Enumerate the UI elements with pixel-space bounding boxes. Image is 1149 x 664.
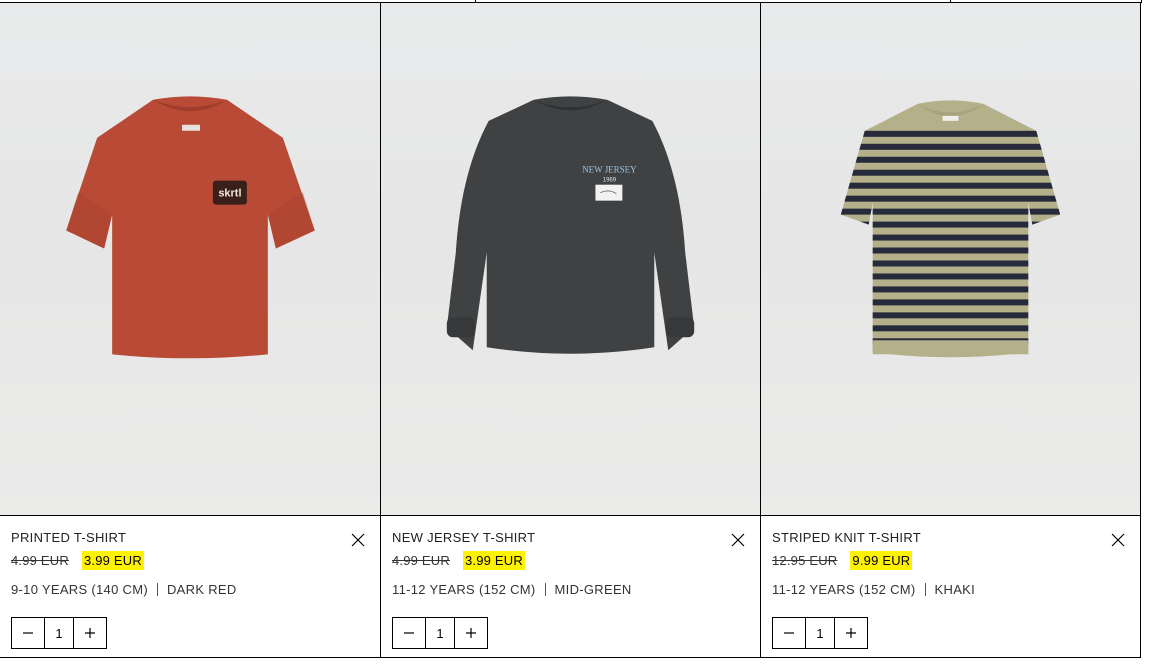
cart-item: skrtl PRINTED T-SHIRT 4.99 EUR 3.99 EUR … [0,2,380,658]
close-icon [351,533,365,547]
minus-icon [404,632,414,634]
plus-icon [466,628,476,638]
variant-separator [544,583,546,596]
decrease-quantity-button[interactable] [12,618,44,648]
product-image[interactable]: NEW JERSEY 1969 [381,3,760,516]
knit-stripe [840,299,1061,306]
variant-row: 11-12 YEARS (152 CM) KHAKI [772,582,1129,597]
cart-item-grid: skrtl PRINTED T-SHIRT 4.99 EUR 3.99 EUR … [0,2,1141,658]
knit-stripe [840,208,1061,215]
knit-stripe [840,234,1061,241]
knit-stripe [840,156,1061,163]
knit-stripe [840,286,1061,293]
price-row: 12.95 EUR 9.99 EUR [772,549,1129,571]
knit-stripe [840,182,1061,189]
sale-price: 9.99 EUR [850,550,913,570]
plus-icon [846,628,856,638]
knit-stripe [840,221,1061,228]
variant-row: 9-10 YEARS (140 CM) DARK RED [11,582,369,597]
tshirt-illustration: skrtl [66,96,315,359]
remove-item-button[interactable] [350,532,366,548]
original-price: 4.99 EUR [11,552,69,568]
column-tick [1141,0,1142,3]
knit-stripe [840,130,1061,137]
plus-icon [85,628,95,638]
product-name[interactable]: PRINTED T-SHIRT [11,530,369,545]
quantity-stepper: 1 [392,617,488,649]
close-icon [1111,533,1125,547]
longsleeve-illustration: NEW JERSEY 1969 [446,96,695,354]
color-label: MID-GREEN [554,582,632,597]
striped-tshirt-illustration [840,100,1061,358]
knit-stripe [840,325,1061,332]
tshirt-print-year: 1969 [603,178,617,184]
quantity-stepper: 1 [11,617,107,649]
variant-row: 11-12 YEARS (152 CM) MID-GREEN [392,582,749,597]
size-label: 11-12 YEARS (152 CM) [392,582,536,597]
decrease-quantity-button[interactable] [393,618,425,648]
quantity-stepper: 1 [772,617,868,649]
price-row: 4.99 EUR 3.99 EUR [392,549,749,571]
remove-item-button[interactable] [1110,532,1126,548]
item-info: NEW JERSEY T-SHIRT 4.99 EUR 3.99 EUR 11-… [392,530,749,597]
product-name[interactable]: STRIPED KNIT T-SHIRT [772,530,1129,545]
product-name[interactable]: NEW JERSEY T-SHIRT [392,530,749,545]
knit-stripe [840,195,1061,202]
decrease-quantity-button[interactable] [773,618,805,648]
quantity-value[interactable]: 1 [425,618,455,648]
color-label: DARK RED [166,582,237,597]
variant-separator [924,583,926,596]
minus-icon [784,632,794,634]
product-image[interactable]: skrtl [0,3,380,516]
original-price: 4.99 EUR [392,552,450,568]
sale-price: 3.99 EUR [462,550,525,570]
knit-stripe [840,247,1061,254]
knit-stripe [840,143,1061,150]
increase-quantity-button[interactable] [455,618,487,648]
sale-price: 3.99 EUR [81,550,144,570]
tshirt-print-text: NEW JERSEY [582,165,637,175]
variant-separator [156,583,158,596]
close-icon [731,533,745,547]
size-label: 9-10 YEARS (140 CM) [11,582,148,597]
cart-item: STRIPED KNIT T-SHIRT 12.95 EUR 9.99 EUR … [760,2,1141,658]
price-row: 4.99 EUR 3.99 EUR [11,549,369,571]
increase-quantity-button[interactable] [835,618,867,648]
size-label: 11-12 YEARS (152 CM) [772,582,916,597]
item-info: PRINTED T-SHIRT 4.99 EUR 3.99 EUR 9-10 Y… [11,530,369,597]
minus-icon [23,632,33,634]
item-info: STRIPED KNIT T-SHIRT 12.95 EUR 9.99 EUR … [772,530,1129,597]
increase-quantity-button[interactable] [74,618,106,648]
product-image[interactable] [761,3,1140,516]
knit-stripe [840,169,1061,176]
color-label: KHAKI [934,582,976,597]
tshirt-print-text: skrtl [218,188,241,200]
knit-stripe [840,273,1061,280]
quantity-value[interactable]: 1 [805,618,835,648]
quantity-value[interactable]: 1 [44,618,74,648]
cart-item: NEW JERSEY 1969 NEW JERSEY T-SHIRT 4.99 … [380,2,760,658]
remove-item-button[interactable] [730,532,746,548]
knit-stripe [840,260,1061,267]
original-price: 12.95 EUR [772,552,838,568]
knit-stripe [840,312,1061,319]
